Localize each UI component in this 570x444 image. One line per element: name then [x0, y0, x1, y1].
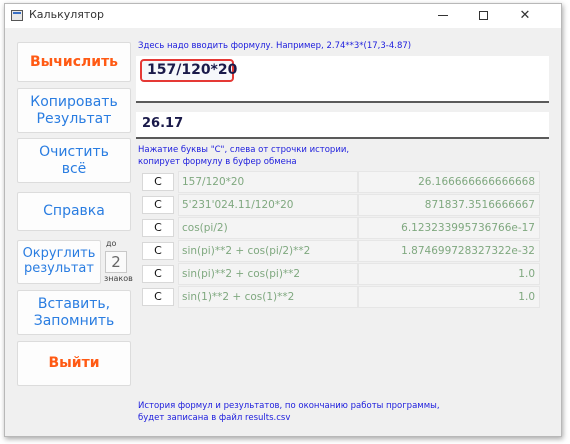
history-formula: cos(pi/2) [178, 217, 358, 239]
copy-formula-button[interactable]: C [142, 219, 174, 237]
formula-area[interactable]: 157/120*20 [136, 56, 549, 101]
history-formula: sin(1)**2 + cos(1)**2 [178, 286, 358, 308]
formula-divider [136, 101, 549, 103]
history-result: 1.0 [358, 263, 540, 285]
history-row: C sin(pi)**2 + cos(pi/2)**2 1.8746997283… [140, 240, 543, 262]
clear-all-button[interactable]: Очистить всё [17, 138, 131, 183]
history-result: 1.874699728327322e-32 [358, 240, 540, 262]
result-field: 26.17 [136, 112, 549, 139]
exit-button-label: Выйти [48, 355, 100, 372]
close-icon: ✕ [519, 8, 531, 23]
minimize-button[interactable] [423, 4, 463, 28]
history-row: C sin(1)**2 + cos(1)**2 1.0 [140, 286, 543, 308]
calculate-button-label: Вычислить [29, 53, 119, 70]
history-formula: 157/120*20 [178, 171, 358, 193]
footer-note-line2: будет записана в файл results.csv [138, 413, 291, 423]
insert-remember-button[interactable]: Вставить, Запомнить [17, 290, 131, 335]
maximize-button[interactable] [463, 4, 503, 28]
round-digits-label-before: до [106, 239, 117, 248]
help-button-label: Справка [43, 203, 105, 220]
history-result: 1.0 [358, 286, 540, 308]
calculator-window: Калькулятор ✕ Вычислить Копировать Резул… [4, 3, 562, 437]
footer-note-line1: История формул и результатов, по окончан… [138, 401, 440, 411]
copy-formula-button[interactable]: C [142, 265, 174, 283]
window-title: Калькулятор [29, 8, 104, 21]
history-result: 6.123233995736766e-17 [358, 217, 540, 239]
copy-formula-button[interactable]: C [142, 288, 174, 306]
exit-button[interactable]: Выйти [17, 341, 131, 386]
minimize-icon [438, 15, 448, 16]
round-result-label-line1: Округлить [22, 246, 96, 262]
client-area: Вычислить Копировать Результат Очистить … [5, 28, 561, 436]
result-value: 26.17 [142, 116, 184, 131]
history-result: 871837.3516666667 [358, 194, 540, 216]
help-button[interactable]: Справка [17, 192, 131, 231]
formula-hint: Здесь надо вводить формулу. Например, 2.… [138, 41, 412, 51]
copy-formula-button[interactable]: C [142, 173, 174, 191]
footer-note: История формул и результатов, по окончан… [138, 400, 440, 424]
history-row: C 5'231'024.11/120*20 871837.3516666667 [140, 194, 543, 216]
history-formula: sin(pi)**2 + cos(pi/2)**2 [178, 240, 358, 262]
clear-all-label-line1: Очистить [39, 144, 109, 161]
round-result-label-line2: результат [24, 261, 94, 276]
title-bar: Калькулятор ✕ [5, 4, 561, 28]
copy-formula-button[interactable]: C [142, 196, 174, 214]
copy-formula-button[interactable]: C [142, 242, 174, 260]
round-digits-input[interactable]: 2 [105, 251, 127, 273]
copy-result-label-line2: Результат [36, 110, 112, 127]
history-row: C cos(pi/2) 6.123233995736766e-17 [140, 217, 543, 239]
history-table: C 157/120*20 26.166666666666668 C 5'231'… [140, 171, 543, 311]
history-row: C 157/120*20 26.166666666666668 [140, 171, 543, 193]
history-formula: sin(pi)**2 + cos(pi)**2 [178, 263, 358, 285]
copy-result-label-line1: Копировать [30, 94, 118, 111]
maximize-icon [478, 11, 488, 20]
clear-all-label-line2: всё [61, 160, 87, 177]
calculate-button[interactable]: Вычислить [17, 42, 131, 82]
insert-remember-label-line2: Запомнить [33, 312, 115, 329]
history-formula: 5'231'024.11/120*20 [178, 194, 358, 216]
copy-result-button[interactable]: Копировать Результат [17, 88, 131, 133]
history-hint: Нажатие буквы "С", слева от строчки исто… [138, 144, 349, 168]
close-button[interactable]: ✕ [505, 4, 545, 28]
history-hint-line2: копирует формулу в буфер обмена [138, 157, 297, 167]
history-result: 26.166666666666668 [358, 171, 540, 193]
history-row: C sin(pi)**2 + cos(pi)**2 1.0 [140, 263, 543, 285]
round-digits-label-after: знаков [104, 274, 133, 283]
insert-remember-label-line1: Вставить, [37, 296, 111, 313]
round-result-button[interactable]: Округлить результат [17, 240, 101, 284]
calculator-app-icon [11, 10, 23, 21]
history-hint-line1: Нажатие буквы "С", слева от строчки исто… [138, 145, 350, 155]
formula-input[interactable]: 157/120*20 [140, 59, 237, 82]
